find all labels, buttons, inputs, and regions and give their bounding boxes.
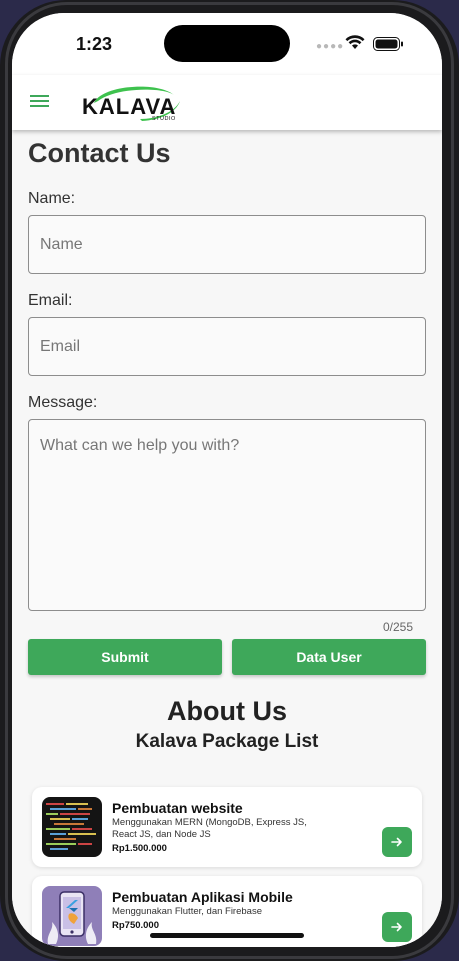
package-name: Pembuatan website: [112, 800, 243, 816]
dynamic-island: [164, 25, 290, 62]
kalava-logo: KALAVA STUDIO: [82, 86, 180, 122]
app-bar: KALAVA STUDIO: [12, 75, 442, 130]
main-content: Contact Us Name: Email: Message: 0/255 S…: [12, 130, 442, 947]
package-price: Rp750.000: [112, 920, 160, 931]
message-label: Message:: [28, 394, 98, 411]
data-user-button[interactable]: Data User: [232, 639, 426, 675]
name-input[interactable]: [28, 215, 426, 274]
cellular-signal-icon: ●●●●: [316, 41, 345, 52]
name-label: Name:: [28, 190, 76, 207]
package-detail-button[interactable]: [382, 827, 412, 857]
package-description: Menggunakan Flutter, dan Firebase: [112, 906, 262, 917]
status-bar: 1:23 ●●●●: [12, 13, 442, 75]
message-textarea[interactable]: [28, 419, 426, 611]
email-label: Email:: [28, 292, 73, 309]
wifi-icon: [345, 35, 365, 49]
arrow-right-icon: [391, 922, 402, 932]
page-title: Contact Us: [28, 138, 171, 168]
phone-screen: 1:23 ●●●● KALAVA STUDIO Contact Us Name:…: [12, 13, 442, 947]
email-input[interactable]: [28, 317, 426, 376]
about-title: About Us: [167, 696, 287, 726]
mobile-app-thumbnail: [42, 886, 102, 946]
phone-frame: 1:23 ●●●● KALAVA STUDIO Contact Us Name:…: [0, 0, 459, 961]
arrow-right-icon: [391, 837, 402, 847]
submit-button[interactable]: Submit: [28, 639, 222, 675]
package-description: Menggunakan MERN (MongoDB, Express JS, R…: [112, 817, 307, 840]
hamburger-menu-icon[interactable]: [30, 93, 50, 109]
battery-icon: [373, 37, 403, 51]
svg-text:STUDIO: STUDIO: [152, 116, 176, 122]
package-name: Pembuatan Aplikasi Mobile: [112, 889, 293, 905]
character-counter: 0/255: [382, 620, 413, 634]
home-indicator[interactable]: [150, 933, 304, 938]
package-price: Rp1.500.000: [112, 843, 167, 854]
code-screen-thumbnail: [42, 797, 102, 857]
status-time: 1:23: [76, 34, 113, 54]
package-list-subtitle: Kalava Package List: [135, 731, 319, 752]
package-card[interactable]: Pembuatan website Menggunakan MERN (Mong…: [32, 787, 422, 867]
package-detail-button[interactable]: [382, 912, 412, 942]
